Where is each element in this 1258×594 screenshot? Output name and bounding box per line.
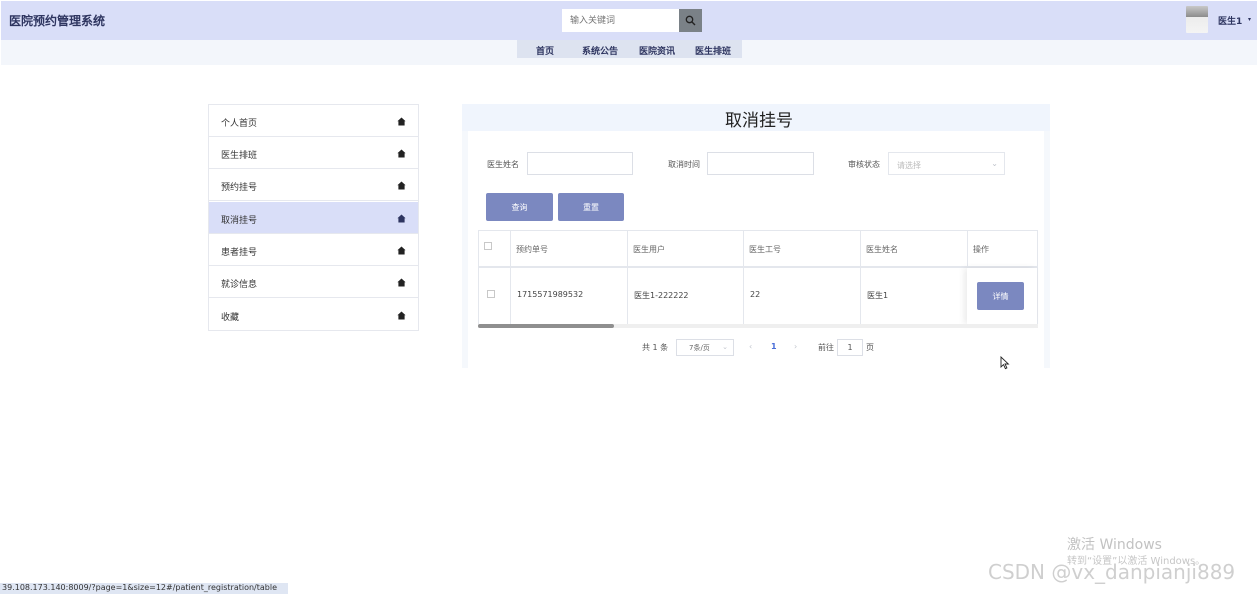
page-title: 取消挂号: [725, 111, 793, 131]
goto-prefix: 前往: [818, 343, 834, 352]
csdn-watermark: CSDN @vx_danpianji889: [988, 560, 1236, 584]
select-all-checkbox[interactable]: [484, 242, 492, 250]
review-status-placeholder: 请选择: [897, 161, 921, 170]
cell-doctor-id: 22: [750, 290, 761, 299]
sidebar-item-label: 取消挂号: [221, 216, 258, 226]
detail-button[interactable]: 详情: [977, 282, 1024, 310]
home-icon: [397, 117, 406, 126]
query-button[interactable]: 查询: [486, 193, 553, 221]
sidebar-item-visit-info[interactable]: 就诊信息: [209, 266, 418, 298]
horizontal-scrollbar-thumb[interactable]: [478, 324, 614, 328]
sidebar-item-personal-home[interactable]: 个人首页: [209, 105, 418, 137]
goto-page-input[interactable]: 1: [837, 339, 863, 356]
search-icon: [685, 15, 696, 26]
pagination-total: 共 1 条: [642, 343, 669, 352]
doctor-name-label: 医生姓名: [487, 160, 519, 169]
home-icon: [397, 278, 406, 287]
sidebar-item-label: 个人首页: [221, 119, 258, 129]
status-bar-url: 39.108.173.140:8009/?page=1&size=12#/pat…: [0, 583, 288, 594]
sidebar-item-doctor-schedule[interactable]: 医生排班: [209, 137, 418, 169]
nav-announcements[interactable]: 系统公告: [582, 44, 618, 57]
page-size-value: 7条/页: [689, 344, 710, 352]
home-icon: [397, 311, 406, 320]
chevron-down-icon: ⌄: [991, 159, 998, 168]
sidebar-item-label: 医生排班: [221, 151, 258, 161]
next-page-button[interactable]: ›: [794, 342, 797, 351]
row-checkbox[interactable]: [487, 290, 495, 298]
reset-button[interactable]: 重置: [558, 193, 624, 221]
review-status-label: 审核状态: [848, 160, 880, 169]
cell-doctor-name: 医生1: [867, 291, 889, 300]
review-status-select[interactable]: 请选择 ⌄: [888, 152, 1005, 175]
goto-suffix: 页: [866, 343, 874, 352]
nav-hospital-news[interactable]: 医院资讯: [639, 44, 675, 57]
search-input[interactable]: [562, 9, 680, 32]
sidebar-item-label: 患者挂号: [221, 248, 258, 258]
page-size-select[interactable]: 7条/页 ⌄: [676, 339, 734, 356]
app-title: 医院预约管理系统: [9, 14, 106, 28]
activate-windows-title: 激活 Windows: [1067, 537, 1162, 553]
sidebar-item-favorites[interactable]: 收藏: [209, 299, 418, 331]
avatar[interactable]: [1186, 6, 1208, 33]
mouse-cursor-icon: [1000, 356, 1010, 370]
sidebar-item-appointment[interactable]: 预约挂号: [209, 169, 418, 201]
cancel-time-label: 取消时间: [668, 160, 700, 169]
column-header[interactable]: 医生工号: [743, 231, 860, 267]
sidebar: 个人首页 医生排班 预约挂号 取消挂号 患者挂号 就诊信息 收藏: [208, 104, 419, 331]
user-menu[interactable]: 医生1: [1218, 14, 1242, 27]
sidebar-item-label: 收藏: [221, 313, 240, 323]
home-icon: [397, 181, 406, 190]
home-icon: [397, 149, 406, 158]
prev-page-button[interactable]: ‹: [749, 342, 752, 351]
column-header[interactable]: 预约单号: [510, 231, 627, 267]
sidebar-item-label: 预约挂号: [221, 183, 258, 193]
sidebar-item-patient-registration[interactable]: 患者挂号: [209, 234, 418, 266]
column-header[interactable]: 医生姓名: [860, 231, 967, 267]
doctor-name-input[interactable]: [527, 152, 633, 175]
search-button[interactable]: [679, 9, 702, 32]
home-icon: [397, 214, 406, 223]
sidebar-item-label: 就诊信息: [221, 280, 258, 290]
chevron-down-icon[interactable]: ▾: [1248, 16, 1251, 23]
cell-order-no: 1715571989532: [517, 290, 584, 299]
cell-doctor-user: 医生1-222222: [634, 291, 689, 300]
page-number-current[interactable]: 1: [771, 342, 777, 351]
cancel-time-input[interactable]: [707, 152, 814, 175]
chevron-down-icon: ⌄: [722, 343, 728, 351]
column-header: 操作: [973, 245, 989, 254]
sidebar-item-cancel-registration[interactable]: 取消挂号: [209, 202, 418, 234]
home-icon: [397, 246, 406, 255]
nav-doctor-schedule[interactable]: 医生排班: [695, 44, 731, 57]
nav-home[interactable]: 首页: [536, 44, 554, 57]
column-header[interactable]: 医生用户: [627, 231, 743, 267]
